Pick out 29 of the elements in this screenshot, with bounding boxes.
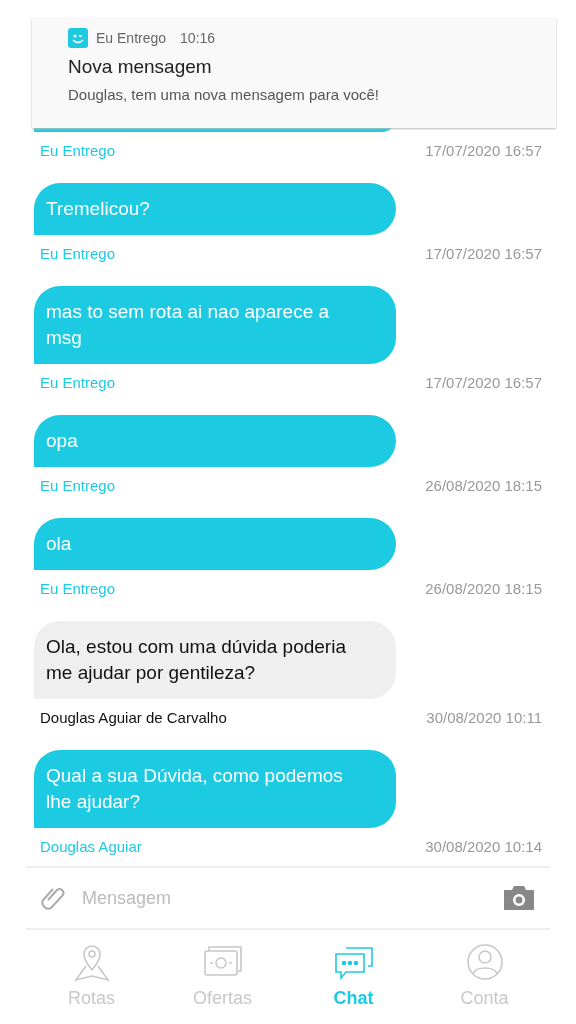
sender-name: Eu Entrego — [40, 142, 116, 159]
message-time: 17/07/2020 16:57 — [425, 141, 542, 159]
message-time: 30/08/2020 10:14 — [425, 837, 542, 855]
app-name: Eu Entrego — [96, 30, 167, 46]
message-time: 17/07/2020 16:57 — [425, 244, 542, 262]
message-time: 30/08/2020 10:11 — [426, 708, 542, 726]
notification-card[interactable]: Eu Entrego 10:16 Nova mensagem Douglas, tem uma nova mensagem para você! — [32, 18, 556, 128]
sender-name: Eu Entrego — [40, 374, 116, 391]
message-time: 17/07/2020 16:57 — [425, 373, 542, 391]
sender-name: Douglas Aguiar — [40, 838, 142, 855]
nav-tab[interactable]: Chat — [288, 930, 419, 1024]
message-bubble: mas to sem rota ai nao aparece a msg — [34, 286, 396, 364]
notification-title: Nova mensagem — [68, 56, 213, 78]
camera-icon[interactable] — [502, 884, 536, 912]
message-time: 26/08/2020 18:15 — [425, 476, 542, 494]
message-bubble: opa — [34, 415, 396, 467]
message-bubble: Tremelicou? — [34, 183, 396, 235]
sender-name: Douglas Aguiar de Carvalho — [40, 709, 227, 726]
app-logo-icon — [68, 28, 88, 48]
message-bubble: ola — [34, 518, 396, 570]
message-bubble: Qual a sua Dúvida, como podemos lhe ajudar? — [34, 750, 396, 828]
notification-body: Douglas, tem uma nova mensagem para você! — [68, 86, 380, 103]
notification-time: 10:16 — [180, 30, 216, 46]
sender-name: Eu Entrego — [40, 580, 116, 597]
message-input[interactable]: Mensagem — [80, 886, 488, 910]
message-time: 26/08/2020 18:15 — [425, 579, 542, 597]
message-bubble: Ola, estou com uma dúvida poderia me ajudar por gentileza? — [34, 621, 396, 699]
sender-name: Eu Entrego — [40, 477, 116, 494]
sender-name: Eu Entrego — [40, 245, 116, 262]
